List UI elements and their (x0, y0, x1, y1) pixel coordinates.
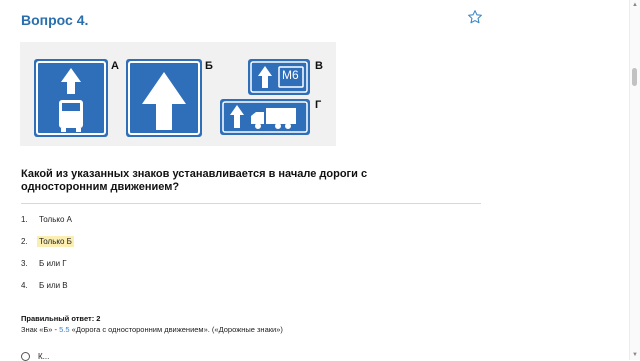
answer-option-4[interactable]: 4. Б или В (21, 281, 70, 290)
option-number: 1. (21, 215, 28, 224)
explanation-suffix: «Дорога с односторонним движением». («До… (69, 325, 283, 334)
rule-link[interactable]: 5.5 (59, 325, 69, 334)
scroll-down-arrow-icon[interactable]: ▼ (632, 352, 638, 358)
sign-b-one-way (126, 59, 202, 137)
road-signs-image: А Б В Г М6 (20, 42, 336, 146)
star-outline-icon[interactable] (467, 9, 483, 25)
option-label: Б или Г (39, 259, 67, 268)
correct-answer-label: Правильный ответ: 2 (21, 314, 101, 323)
option-number: 2. (21, 237, 28, 246)
answer-option-3[interactable]: 3. Б или Г (21, 259, 69, 268)
sign-v-road-number (248, 59, 310, 95)
answer-explanation: Знак «Б» - 5.5 «Дорога с односторонним д… (21, 325, 283, 334)
sign-a-bus-lane (34, 59, 108, 137)
option-label: Только А (39, 215, 72, 224)
sign-letter-v: В (315, 60, 323, 72)
road-number-label: М6 (282, 68, 299, 82)
option-number: 3. (21, 259, 28, 268)
scrollbar-thumb[interactable] (632, 68, 637, 86)
option-label-highlighted: Только Б (37, 236, 74, 247)
sign-letter-g: Г (315, 99, 322, 111)
explanation-prefix: Знак «Б» - (21, 325, 60, 334)
sign-letter-a: А (111, 60, 119, 72)
scroll-up-arrow-icon[interactable]: ▲ (632, 2, 638, 8)
sign-letter-b: Б (205, 60, 213, 72)
option-number: 4. (21, 281, 28, 290)
divider (21, 203, 481, 204)
answer-option-1[interactable]: 1. Только А (21, 215, 74, 224)
option-label: Б или В (39, 281, 68, 290)
answer-option-2[interactable]: 2. Только Б (21, 236, 74, 247)
scrollbar[interactable]: ▲ ▼ (629, 0, 640, 360)
question-text: Какой из указанных знаков устанавливаетс… (21, 168, 368, 193)
sign-g-truck-lane (220, 99, 310, 135)
page-title: Вопрос 4. (21, 12, 89, 28)
